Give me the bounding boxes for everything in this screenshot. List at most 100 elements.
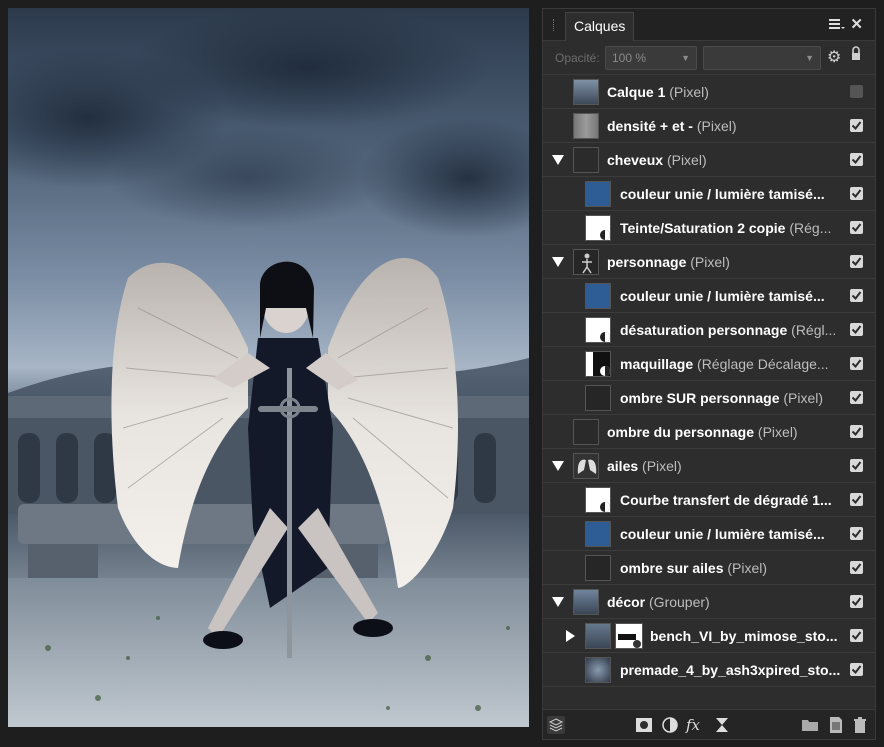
adjustment-thumbnail [585, 317, 611, 343]
layer-toolbar: Opacité: 100 % ▼ ▼ ⚙ [543, 41, 875, 75]
layer-label: Calque 1 (Pixel) [607, 84, 709, 100]
visibility-checkbox[interactable] [850, 85, 863, 98]
layer-row[interactable]: Teinte/Saturation 2 copie (Rég... [543, 211, 875, 245]
lock-icon[interactable] [851, 46, 861, 62]
layer-thumbnail [585, 181, 611, 207]
expand-triangle-icon[interactable] [563, 629, 577, 643]
visibility-checkbox[interactable] [850, 663, 863, 676]
layer-label: ailes (Pixel) [607, 458, 682, 474]
chevron-down-icon: ▼ [681, 53, 690, 63]
layer-thumbnail [573, 453, 599, 479]
layer-row[interactable]: personnage (Pixel) [543, 245, 875, 279]
layer-thumbnail [573, 419, 599, 445]
layer-row[interactable]: désaturation personnage (Régl... [543, 313, 875, 347]
layer-thumbnail [585, 555, 611, 581]
visibility-checkbox[interactable] [850, 561, 863, 574]
artwork-angel-image [8, 8, 529, 727]
chevron-down-icon: ▼ [805, 53, 814, 63]
layer-row[interactable]: cheveux (Pixel) [543, 143, 875, 177]
layer-row[interactable]: couleur unie / lumière tamisé... [543, 517, 875, 551]
opacity-label: Opacité: [555, 51, 600, 65]
layer-label: premade_4_by_ash3xpired_sto... [620, 662, 840, 678]
hourglass-icon[interactable] [713, 716, 731, 734]
mask-icon[interactable] [635, 716, 653, 734]
opacity-value: 100 % [612, 51, 647, 65]
layer-mask-thumbnail [615, 623, 643, 649]
panel-grip-handle[interactable] [553, 19, 555, 31]
folder-icon[interactable] [801, 716, 819, 734]
layers-icon[interactable] [547, 716, 565, 734]
layer-label: couleur unie / lumière tamisé... [620, 526, 825, 542]
adjustment-icon[interactable] [661, 716, 679, 734]
trash-icon[interactable] [851, 716, 869, 734]
layer-row[interactable]: décor (Grouper) [543, 585, 875, 619]
visibility-checkbox[interactable] [850, 391, 863, 404]
layer-thumbnail [573, 589, 599, 615]
collapse-triangle-icon[interactable] [551, 153, 565, 167]
collapse-triangle-icon[interactable] [551, 459, 565, 473]
layer-label: ombre SUR personnage (Pixel) [620, 390, 824, 406]
panel-tab-bar: Calques ✕ [543, 9, 875, 41]
layer-thumbnail [585, 657, 611, 683]
layer-label: personnage (Pixel) [607, 254, 730, 270]
visibility-checkbox[interactable] [850, 289, 863, 302]
layer-thumbnail [573, 79, 599, 105]
visibility-checkbox[interactable] [850, 119, 863, 132]
gear-icon[interactable]: ⚙ [827, 47, 841, 67]
layer-row[interactable]: premade_4_by_ash3xpired_sto... [543, 653, 875, 687]
visibility-checkbox[interactable] [850, 153, 863, 166]
blend-mode-select[interactable]: ▼ [703, 46, 821, 70]
tab-calques[interactable]: Calques [565, 12, 635, 41]
hamburger-menu-icon[interactable] [829, 17, 845, 33]
layer-row[interactable]: couleur unie / lumière tamisé... [543, 177, 875, 211]
layer-thumbnail [573, 147, 599, 173]
layer-label: couleur unie / lumière tamisé... [620, 186, 825, 202]
layers-list: Calque 1 (Pixel) densité + et - (Pixel) … [543, 75, 875, 687]
layer-row[interactable]: ombre SUR personnage (Pixel) [543, 381, 875, 415]
layer-label: désaturation personnage (Régl... [620, 322, 837, 338]
layer-row[interactable]: Courbe transfert de dégradé 1... [543, 483, 875, 517]
visibility-checkbox[interactable] [850, 425, 863, 438]
layer-row[interactable]: couleur unie / lumière tamisé... [543, 279, 875, 313]
layer-row[interactable]: Calque 1 (Pixel) [543, 75, 875, 109]
collapse-triangle-icon[interactable] [551, 595, 565, 609]
layer-row[interactable]: maquillage (Réglage Décalage... [543, 347, 875, 381]
visibility-checkbox[interactable] [850, 459, 863, 472]
layer-row[interactable]: ombre du personnage (Pixel) [543, 415, 875, 449]
layer-row[interactable]: ailes (Pixel) [543, 449, 875, 483]
close-icon[interactable]: ✕ [850, 15, 863, 33]
layer-row[interactable]: densité + et - (Pixel) [543, 109, 875, 143]
visibility-checkbox[interactable] [850, 187, 863, 200]
collapse-triangle-icon[interactable] [551, 255, 565, 269]
layer-thumbnail [585, 385, 611, 411]
visibility-checkbox[interactable] [850, 527, 863, 540]
adjustment-thumbnail [585, 351, 611, 377]
layer-thumbnail [573, 113, 599, 139]
layer-label: Courbe transfert de dégradé 1... [620, 492, 832, 508]
adjustment-thumbnail [585, 487, 611, 513]
opacity-select[interactable]: 100 % ▼ [605, 46, 697, 70]
layer-label: couleur unie / lumière tamisé... [620, 288, 825, 304]
layer-thumbnail [585, 623, 611, 649]
layer-thumbnail [585, 283, 611, 309]
document-canvas[interactable] [8, 8, 529, 727]
visibility-checkbox[interactable] [850, 629, 863, 642]
layer-label: ombre du personnage (Pixel) [607, 424, 798, 440]
layer-row[interactable]: bench_VI_by_mimose_sto... [543, 619, 875, 653]
layer-label: bench_VI_by_mimose_sto... [650, 628, 838, 644]
visibility-checkbox[interactable] [850, 595, 863, 608]
fx-icon[interactable]: fx [686, 716, 704, 734]
layer-label: cheveux (Pixel) [607, 152, 707, 168]
visibility-checkbox[interactable] [850, 323, 863, 336]
visibility-checkbox[interactable] [850, 221, 863, 234]
layer-label: densité + et - (Pixel) [607, 118, 737, 134]
visibility-checkbox[interactable] [850, 493, 863, 506]
layer-thumbnail [573, 249, 599, 275]
new-layer-icon[interactable] [827, 716, 845, 734]
visibility-checkbox[interactable] [850, 357, 863, 370]
visibility-checkbox[interactable] [850, 255, 863, 268]
layer-label: ombre sur ailes (Pixel) [620, 560, 768, 576]
layer-label: décor (Grouper) [607, 594, 710, 610]
panel-footer: fx [543, 709, 875, 739]
layer-row[interactable]: ombre sur ailes (Pixel) [543, 551, 875, 585]
